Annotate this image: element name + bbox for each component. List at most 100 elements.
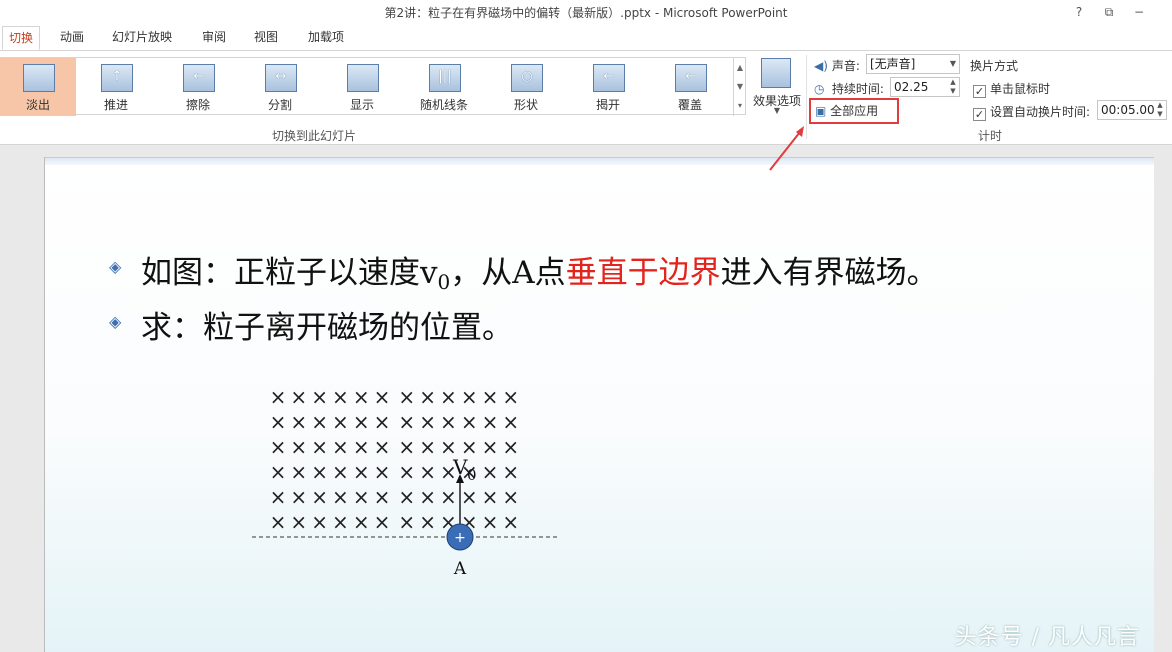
transition-cover[interactable]: ← 覆盖 <box>652 58 728 116</box>
field-cross-mark: × <box>270 410 287 434</box>
group-label-timing: 计时 <box>978 129 1003 143</box>
field-cross-mark: × <box>290 485 307 509</box>
field-cross-mark: × <box>374 410 391 434</box>
slide-workarea: ◈ 如图：正粒子以速度v0，从A点垂直于边界进入有界磁场。 ◈ 求：粒子离开磁场… <box>0 145 1172 652</box>
transition-uncover[interactable]: ← 揭开 <box>570 58 646 116</box>
tab-review[interactable]: 审阅 <box>196 26 232 50</box>
auto-advance-time-input[interactable]: 00:05.00 ▲ ▼ <box>1097 100 1167 120</box>
velocity-subscript: 0 <box>467 466 477 484</box>
transition-label: 淡出 <box>25 98 50 112</box>
point-a-label: A <box>453 559 467 579</box>
effect-options-button[interactable]: 效果选项 ▼ <box>750 55 804 125</box>
watermark: 头条号 / 凡人凡言 <box>954 625 1140 650</box>
gallery-scroll[interactable]: ▲ ▼ ▾ <box>733 58 746 116</box>
transition-wipe[interactable]: ← 擦除 <box>160 58 236 116</box>
field-cross-mark: × <box>398 410 415 434</box>
field-cross-mark: × <box>502 385 519 409</box>
field-cross-mark: × <box>353 510 370 534</box>
speaker-icon: ◀) <box>814 59 828 73</box>
transition-label: 擦除 <box>185 98 210 112</box>
scroll-down-icon[interactable]: ▼ <box>734 77 746 96</box>
ribbon-display-button[interactable]: ⧉ <box>1098 3 1120 21</box>
field-cross-mark: × <box>398 385 415 409</box>
field-cross-mark: × <box>398 435 415 459</box>
chevron-down-icon: ▼ <box>949 59 956 68</box>
field-cross-mark: × <box>482 410 499 434</box>
checkmark-icon: ✓ <box>973 108 986 121</box>
duration-input[interactable]: 02.25 ▲ ▼ <box>890 77 960 97</box>
auto-advance-checkbox[interactable]: ✓ 设置自动换片时间: <box>973 103 1090 121</box>
field-cross-mark: × <box>461 485 478 509</box>
effect-options-icon <box>761 58 791 88</box>
field-cross-mark: × <box>440 485 457 509</box>
transition-label: 覆盖 <box>677 98 702 112</box>
field-cross-mark: × <box>502 460 519 484</box>
tab-view[interactable]: 视图 <box>248 26 284 50</box>
tab-transitions[interactable]: 切换 <box>2 26 41 50</box>
field-cross-mark: × <box>419 385 436 409</box>
transition-gallery: 淡出 ↑ 推进 ← 擦除 ↔ 分割 显示 ||| 随机线条 ○ 形状 ← 揭开 … <box>0 57 746 116</box>
field-cross-mark: × <box>311 435 328 459</box>
transition-push[interactable]: ↑ 推进 <box>78 58 154 116</box>
field-cross-mark: × <box>502 510 519 534</box>
minimize-button[interactable]: − <box>1128 3 1150 21</box>
field-cross-mark: × <box>270 385 287 409</box>
apply-all-icon: ▣ <box>815 104 827 118</box>
transition-reveal[interactable]: 显示 <box>324 58 400 116</box>
diagram-svg: × × × × × × × × × × × ×× × × × × × × × × × × ×× × × × × × × × × × × ×× × × ×… <box>252 385 557 579</box>
duration-label: ◷ 持续时间: <box>814 82 884 96</box>
field-cross-mark: × <box>270 460 287 484</box>
ribbon: 淡出 ↑ 推进 ← 擦除 ↔ 分割 显示 ||| 随机线条 ○ 形状 ← 揭开 … <box>0 50 1172 145</box>
tab-addins[interactable]: 加载项 <box>302 26 350 50</box>
sound-select[interactable]: [无声音] ▼ <box>866 54 960 74</box>
cover-transition-icon: ← <box>675 64 707 92</box>
field-cross-mark: × <box>398 485 415 509</box>
field-cross-mark: × <box>419 485 436 509</box>
apply-to-all-button[interactable]: ▣ 全部应用 <box>809 98 899 124</box>
field-cross-mark: × <box>311 410 328 434</box>
transition-split[interactable]: ↔ 分割 <box>242 58 318 116</box>
field-cross-mark: × <box>270 510 287 534</box>
field-cross-mark: × <box>311 460 328 484</box>
highlighted-text: 垂直于边界 <box>565 255 721 291</box>
slide-canvas[interactable]: ◈ 如图：正粒子以速度v0，从A点垂直于边界进入有界磁场。 ◈ 求：粒子离开磁场… <box>44 157 1154 652</box>
field-cross-mark: × <box>419 510 436 534</box>
tab-slideshow[interactable]: 幻灯片放映 <box>106 26 178 50</box>
uncover-transition-icon: ← <box>593 64 625 92</box>
field-cross-mark: × <box>270 435 287 459</box>
field-cross-mark: × <box>353 385 370 409</box>
field-cross-mark: × <box>332 385 349 409</box>
field-cross-mark: × <box>419 435 436 459</box>
field-cross-mark: × <box>332 435 349 459</box>
field-cross-mark: × <box>332 485 349 509</box>
field-cross-mark: × <box>419 410 436 434</box>
transition-label: 随机线条 <box>419 98 468 112</box>
transition-shape[interactable]: ○ 形状 <box>488 58 564 116</box>
field-cross-mark: × <box>374 435 391 459</box>
fade-transition-icon <box>23 64 55 92</box>
field-cross-mark: × <box>482 510 499 534</box>
scroll-up-icon[interactable]: ▲ <box>734 58 746 77</box>
diamond-bullet-icon: ◈ <box>109 257 122 276</box>
field-cross-mark: × <box>482 485 499 509</box>
field-cross-mark: × <box>311 385 328 409</box>
field-cross-mark: × <box>482 385 499 409</box>
checkmark-icon: ✓ <box>973 85 986 98</box>
field-cross-mark: × <box>374 510 391 534</box>
field-cross-mark: × <box>419 460 436 484</box>
reveal-transition-icon <box>347 64 379 92</box>
transition-random-bars[interactable]: ||| 随机线条 <box>406 58 482 116</box>
transition-label: 揭开 <box>595 98 620 112</box>
field-cross-mark: × <box>374 460 391 484</box>
field-cross-mark: × <box>270 485 287 509</box>
group-divider <box>806 55 807 139</box>
gallery-more-icon[interactable]: ▾ <box>734 96 746 115</box>
field-cross-mark: × <box>332 460 349 484</box>
tab-animations[interactable]: 动画 <box>54 26 90 50</box>
field-cross-mark: × <box>332 510 349 534</box>
transition-label: 显示 <box>349 98 374 112</box>
chevron-down-icon: ▼ <box>773 106 781 115</box>
transition-fade[interactable]: 淡出 <box>0 58 76 116</box>
help-button[interactable]: ? <box>1068 3 1090 21</box>
on-mouse-click-checkbox[interactable]: ✓ 单击鼠标时 <box>973 80 1050 98</box>
